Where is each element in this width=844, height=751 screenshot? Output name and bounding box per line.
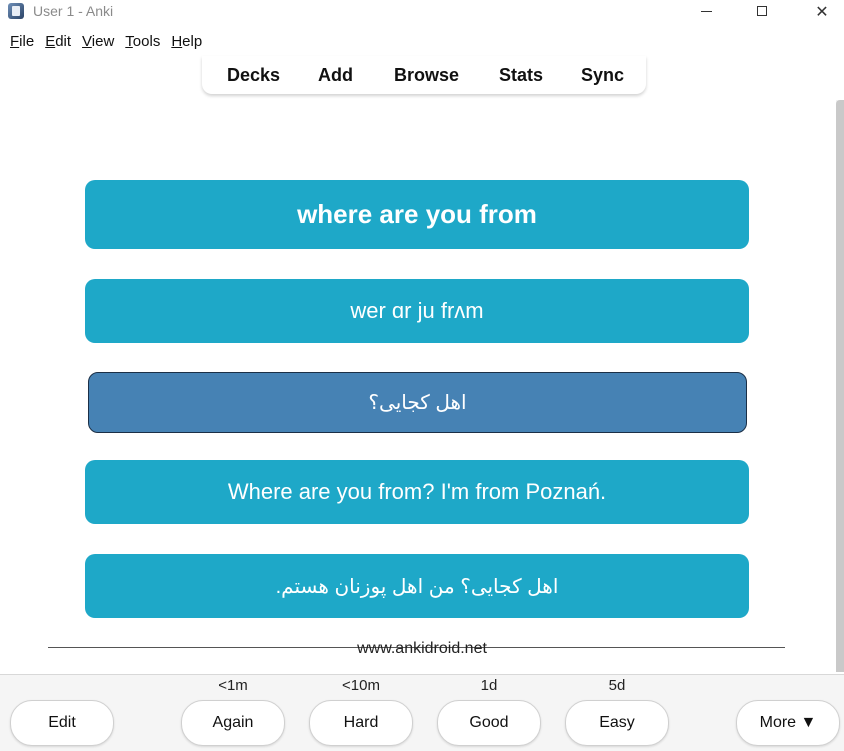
- tab-add[interactable]: Add: [318, 65, 353, 86]
- tab-browse[interactable]: Browse: [394, 65, 459, 86]
- window-title: User 1 - Anki: [33, 3, 114, 19]
- easy-interval: 5d: [608, 677, 626, 694]
- scrollbar-thumb[interactable]: [836, 100, 844, 672]
- phrase-card: where are you from: [85, 180, 749, 249]
- again-interval: <1m: [218, 677, 248, 694]
- menu-help[interactable]: Help: [161, 31, 202, 53]
- translation-card: اهل کجایی؟: [88, 372, 747, 433]
- hard-button[interactable]: Hard: [309, 700, 413, 746]
- review-bar: [0, 674, 844, 751]
- maximize-icon: [757, 6, 767, 16]
- easy-button[interactable]: Easy: [565, 700, 669, 746]
- more-button[interactable]: More ▼: [736, 700, 840, 746]
- example-card: Where are you from? I'm from Poznań.: [85, 460, 749, 524]
- pronunciation-card: wer ɑr ju frʌm: [85, 279, 749, 343]
- footer-website: www.ankidroid.net: [357, 640, 487, 657]
- menu-file[interactable]: File: [0, 31, 34, 53]
- good-interval: 1d: [480, 677, 498, 694]
- tab-stats[interactable]: Stats: [499, 65, 543, 86]
- tab-sync[interactable]: Sync: [581, 65, 624, 86]
- menu-view[interactable]: View: [72, 31, 114, 53]
- edit-button[interactable]: Edit: [10, 700, 114, 746]
- tab-decks[interactable]: Decks: [227, 65, 280, 86]
- example-translation-card: .اهل کجایی؟ من اهل پوزنان هستم: [85, 554, 749, 618]
- anki-app-icon: [8, 3, 24, 19]
- close-icon: ✕: [815, 1, 829, 21]
- main-toolbar: Decks Add Browse Stats Sync: [202, 56, 646, 94]
- hard-interval: <10m: [342, 677, 380, 694]
- maximize-button[interactable]: [742, 0, 782, 22]
- close-button[interactable]: ✕: [802, 0, 842, 22]
- menu-tools[interactable]: Tools: [115, 31, 160, 53]
- good-button[interactable]: Good: [437, 700, 541, 746]
- menu-edit[interactable]: Edit: [35, 31, 71, 53]
- minimize-button[interactable]: [686, 0, 726, 22]
- title-bar: User 1 - Anki ✕: [0, 0, 844, 24]
- minimize-icon: [700, 10, 712, 12]
- menu-bar: File Edit View Tools Help: [0, 31, 203, 53]
- again-button[interactable]: Again: [181, 700, 285, 746]
